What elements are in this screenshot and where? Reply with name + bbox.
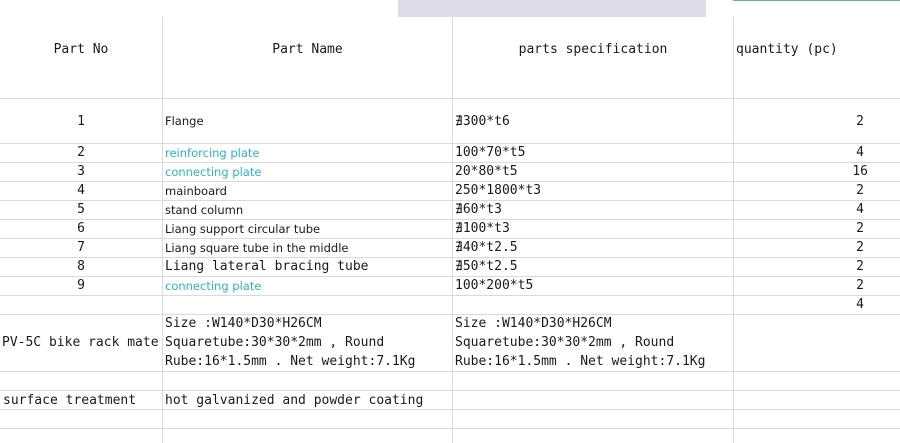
cell-part-no[interactable]: 3 [0,164,162,179]
cell-part-name[interactable]: connecting plate [165,279,450,293]
cell-quantity[interactable]: 2 [734,114,864,129]
cell-spec[interactable]: 100*200*t5 [455,278,731,293]
cell-part-name[interactable]: Liang support circular tube [165,222,450,236]
cell-part-name[interactable]: Flange [165,114,450,128]
cell-part-name[interactable]: reinforcing plate [165,146,450,160]
cell-part-no[interactable]: 8 [0,259,162,274]
cell-part-name[interactable]: Liang lateral bracing tube [165,259,450,274]
cell-quantity[interactable]: 4 [734,202,864,217]
cell-quantity[interactable]: 2 [734,183,864,198]
cell-spec[interactable]: 100*70*t5 [455,145,731,160]
row-divider [0,143,900,144]
cell-spec[interactable]: ∄100*t3 [455,221,731,236]
cell-spec[interactable]: 20*80*t5 [455,164,731,179]
cell-part-no[interactable]: 6 [0,221,162,236]
column-divider [452,17,453,443]
cell-spec[interactable]: ∄50*t2.5 [455,259,731,274]
column-divider [162,17,163,443]
row-divider [0,276,900,277]
header-quantity[interactable]: quantity (pc) [736,42,900,57]
product-label[interactable]: PV-5C bike rack mate [2,335,162,350]
cell-part-no[interactable]: 1 [0,114,162,129]
cell-part-no[interactable]: 4 [0,183,162,198]
product-spec-line[interactable]: Rube:16*1.5mm . Net weight:7.1Kg [455,354,733,369]
row-divider [0,390,900,391]
selection-indicator-line [733,0,900,1]
row-divider [0,200,900,201]
cell-part-no[interactable]: 5 [0,202,162,217]
row-divider [0,98,900,99]
row-divider [0,181,900,182]
cell-quantity[interactable]: 2 [734,240,864,255]
cell-spec[interactable]: ∄60*t3 [455,202,731,217]
cell-quantity[interactable]: 16 [734,164,868,179]
cell-spec[interactable]: 250*1800*t3 [455,183,731,198]
cell-part-no[interactable]: 9 [0,278,162,293]
row-divider [0,219,900,220]
surface-treatment-value[interactable]: hot galvanized and powder coating [165,393,452,408]
cell-part-no[interactable]: 7 [0,240,162,255]
surface-treatment-label[interactable]: surface treatment [3,393,162,408]
cell-part-name[interactable]: stand column [165,203,450,217]
row-divider [0,409,900,410]
cell-part-name[interactable]: connecting plate [165,165,450,179]
header-parts-specification[interactable]: parts specification [453,42,733,57]
row-divider [0,371,900,372]
cell-spec[interactable]: ∄300*t6 [455,114,731,129]
cell-quantity[interactable]: 2 [734,221,864,236]
product-size-line[interactable]: Squaretube:30*30*2mm , Round [165,335,452,350]
cell-part-name[interactable]: Liang square tube in the middle [165,241,450,255]
row-divider [0,428,900,429]
cell-quantity[interactable]: 2 [734,278,864,293]
cell-quantity[interactable]: 2 [734,259,864,274]
product-spec-line[interactable]: Size :W140*D30*H26CM [455,316,733,331]
row-divider [0,162,900,163]
column-header-highlight [398,0,706,17]
cell-part-name[interactable]: mainboard [165,184,450,198]
cell-spec[interactable]: ∄40*t2.5 [455,240,731,255]
product-size-line[interactable]: Size :W140*D30*H26CM [165,316,452,331]
product-spec-line[interactable]: Squaretube:30*30*2mm , Round [455,335,733,350]
row-divider [0,295,900,296]
cell-quantity[interactable]: 4 [734,145,864,160]
product-size-line[interactable]: Rube:16*1.5mm . Net weight:7.1Kg [165,354,452,369]
row-divider [0,314,900,315]
row-divider [0,238,900,239]
cell-quantity[interactable]: 4 [734,297,864,312]
cell-part-no[interactable]: 2 [0,145,162,160]
header-part-no[interactable]: Part No [0,42,162,57]
spreadsheet-header-strip [0,0,900,17]
header-part-name[interactable]: Part Name [163,42,452,57]
row-divider [0,257,900,258]
